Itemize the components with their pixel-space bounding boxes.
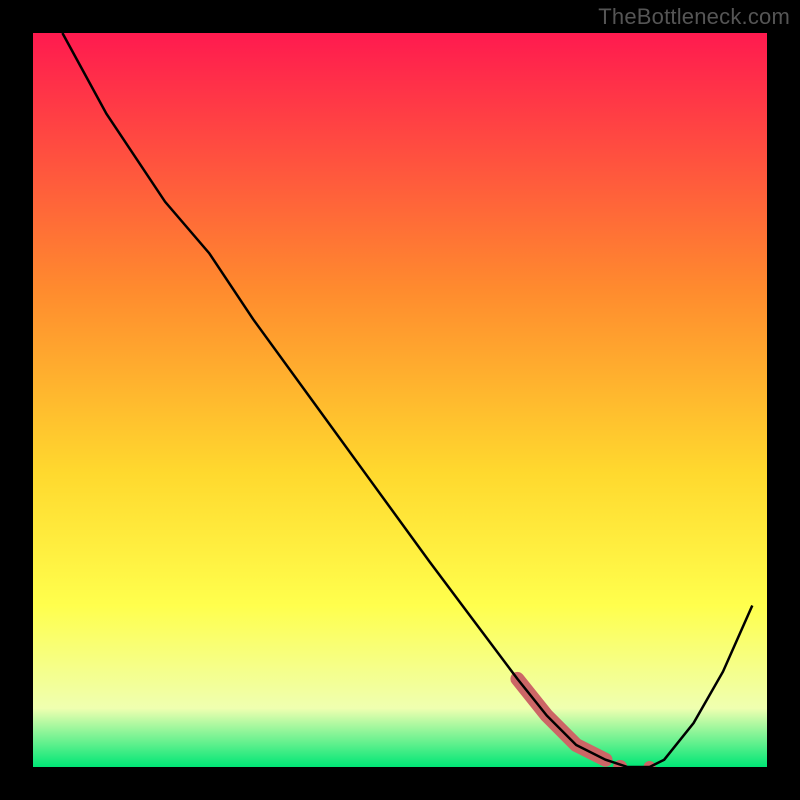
chart-svg bbox=[0, 0, 800, 800]
chart-container: { "attribution": "TheBottleneck.com", "c… bbox=[0, 0, 800, 800]
plot-background bbox=[33, 33, 767, 767]
attribution-label: TheBottleneck.com bbox=[598, 4, 790, 30]
